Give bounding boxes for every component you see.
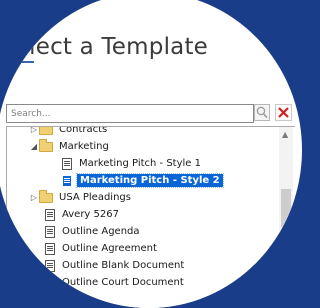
tree-folder-marketing[interactable]: ◢ Marketing <box>29 138 111 155</box>
document-icon <box>45 259 55 272</box>
scroll-up-icon[interactable]: ▲ <box>282 131 288 139</box>
search-button[interactable] <box>254 104 270 121</box>
vertical-scrollbar[interactable]: ▲ <box>279 127 293 308</box>
document-icon <box>45 276 55 289</box>
folder-icon <box>39 127 53 135</box>
tree-item-outline-agreement[interactable]: Outline Agreement <box>45 240 159 257</box>
document-icon <box>62 157 72 170</box>
magnifier-icon <box>256 106 268 119</box>
collapse-icon[interactable]: ◢ <box>29 142 39 151</box>
dialog-title: Select a Template <box>0 34 209 60</box>
tree-item-label: Contracts <box>59 126 108 135</box>
clear-search-button[interactable] <box>275 104 292 121</box>
expand-icon[interactable]: ▷ <box>29 127 39 134</box>
red-x-icon <box>278 107 289 118</box>
dialog-window: Select a Template ▷ Contracts ◢ Marketin… <box>0 0 302 308</box>
tree-item-label: Outline Agreement <box>62 243 157 254</box>
template-tree[interactable]: ▷ Contracts ◢ Marketing Marketing Pitch … <box>6 126 295 308</box>
folder-icon <box>39 138 53 152</box>
expand-icon[interactable]: ▷ <box>29 193 39 202</box>
tree-item-marketing-pitch-style-1[interactable]: Marketing Pitch - Style 1 <box>62 155 203 172</box>
document-icon <box>62 174 72 187</box>
document-icon <box>45 225 55 238</box>
tree-item-label: Marketing <box>59 141 109 152</box>
scroll-thumb[interactable] <box>281 189 291 227</box>
tree-folder-usa-pleadings[interactable]: ▷ USA Pleadings <box>29 189 133 206</box>
document-icon <box>45 208 55 221</box>
folder-icon <box>39 189 53 203</box>
tree-item-label: Outline Agenda <box>62 226 140 237</box>
tree-item-label: USA Pleadings <box>59 192 131 203</box>
tree-folder-contracts[interactable]: ▷ Contracts <box>29 126 109 138</box>
search-input[interactable] <box>6 104 254 123</box>
tree-item-label: Marketing Pitch - Style 1 <box>79 158 201 169</box>
tree-item-avery-5267[interactable]: Avery 5267 <box>45 206 121 223</box>
tree-item-label: Outline Court Document <box>62 277 184 288</box>
tree-item-label: Outline Blank Document <box>62 260 185 271</box>
tree-item-outline-agenda[interactable]: Outline Agenda <box>45 223 142 240</box>
tree-item-outline-court-document[interactable]: Outline Court Document <box>45 274 186 291</box>
tree-item-label: Avery 5267 <box>62 209 119 220</box>
tree-item-outline-blank-document[interactable]: Outline Blank Document <box>45 257 186 274</box>
document-icon <box>45 242 55 255</box>
tree-item-marketing-pitch-style-2[interactable]: Marketing Pitch - Style 2 <box>62 172 224 189</box>
tree-item-label: Marketing Pitch - Style 2 <box>76 173 224 188</box>
